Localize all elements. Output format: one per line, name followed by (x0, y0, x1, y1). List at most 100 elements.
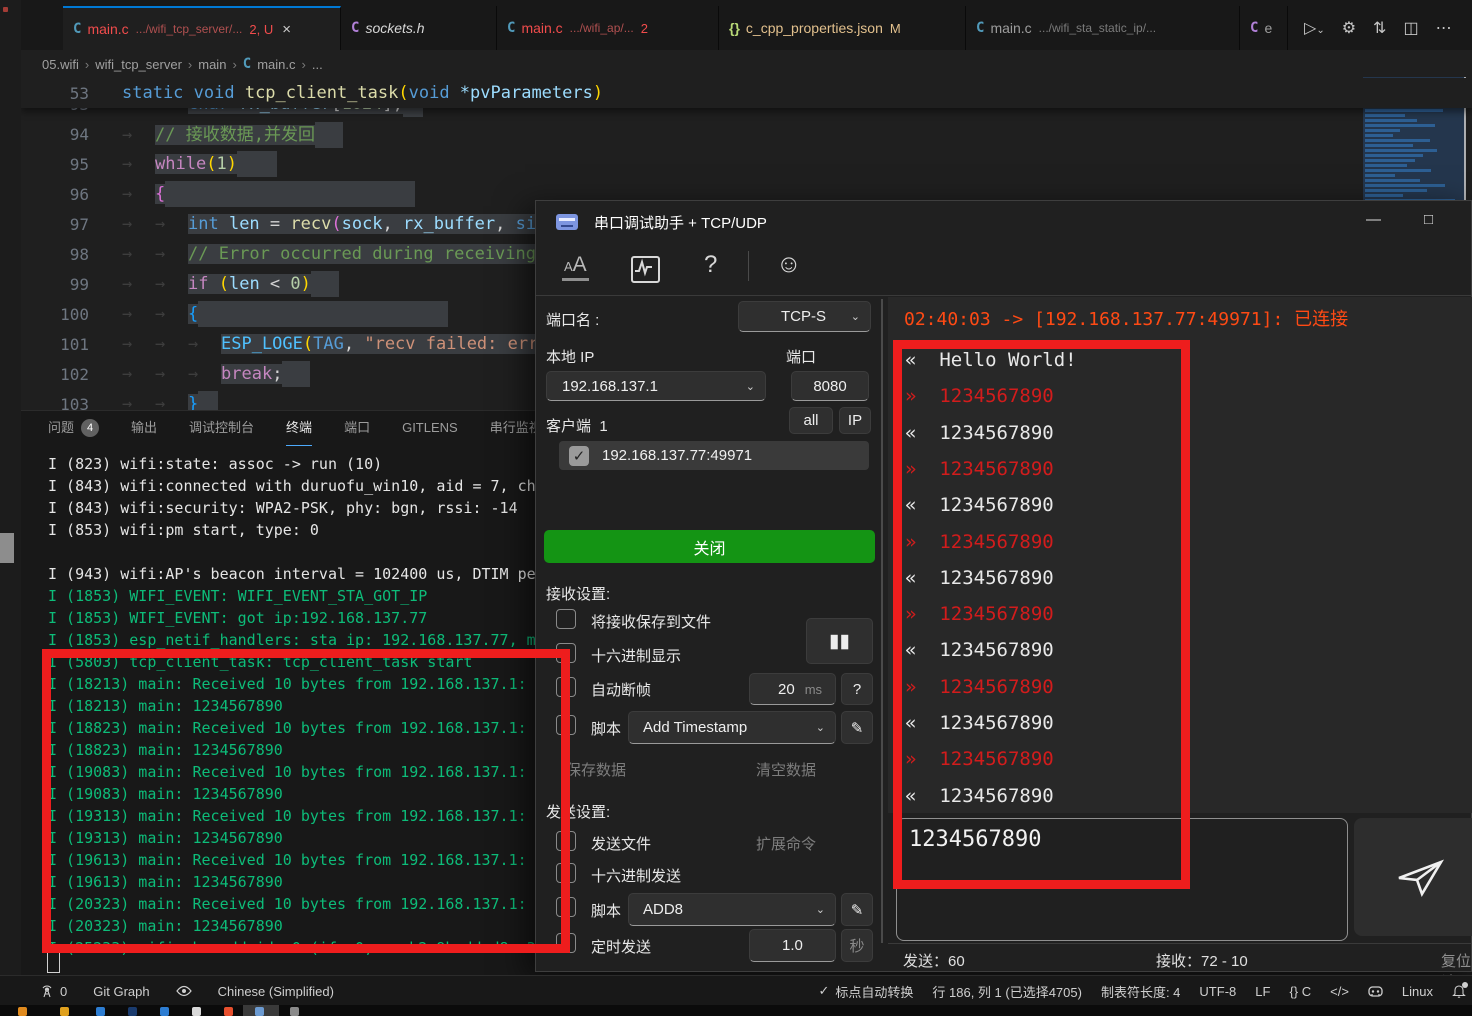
tab-gitlens[interactable]: GITLENS (402, 411, 458, 445)
recv-script-select[interactable]: Add Timestamp ⌄ (628, 711, 836, 744)
send-button[interactable] (1354, 818, 1472, 936)
annotation-rect-log (893, 340, 1190, 889)
language-indicator[interactable]: Chinese (Simplified) (218, 984, 334, 999)
help-icon[interactable]: ? (704, 251, 717, 279)
breadcrumb-item[interactable]: wifi_tcp_server (95, 57, 182, 72)
taskbar-icon[interactable] (96, 1007, 105, 1016)
notifications-bell-icon[interactable] (1452, 984, 1466, 998)
clear-data-button[interactable]: 清空数据 (756, 759, 816, 780)
eol[interactable]: LF (1255, 984, 1270, 999)
taskbar-active-app[interactable] (243, 1005, 279, 1016)
timed-send-label: 定时发送 (591, 936, 651, 957)
tab-sockets-h[interactable]: C sockets.h (341, 6, 497, 50)
tab-output[interactable]: 输出 (131, 411, 157, 445)
tab-problems[interactable]: 问题 4 (48, 411, 99, 445)
serial-window-title: 串口调试助手 + TCP/UDP (594, 212, 767, 233)
tab-c-cpp-properties[interactable]: {} c_cpp_properties.json M (719, 6, 966, 50)
copilot-robot-icon[interactable] (1368, 985, 1383, 998)
minimize-icon[interactable]: — (1366, 211, 1381, 228)
ip-button[interactable]: IP (839, 407, 871, 434)
language-mode[interactable]: {} C (1289, 984, 1311, 999)
terminal-cursor (47, 950, 60, 973)
frame-ms-input[interactable]: 20 ms (749, 673, 836, 705)
os-taskbar[interactable] (0, 1005, 1472, 1016)
tab-terminal[interactable]: 终端 (286, 411, 312, 446)
checkbox-save-to-file[interactable] (556, 609, 576, 629)
tab-clipped[interactable]: C e (1240, 6, 1288, 50)
gitlens-eye-icon[interactable] (176, 985, 192, 997)
edit-script-icon[interactable]: ✎ (841, 711, 873, 744)
breadcrumb: 05.wifi › wifi_tcp_server › main › C mai… (21, 50, 1472, 78)
listen-port-input[interactable]: 8080 (791, 371, 869, 401)
local-ip-select[interactable]: 192.168.137.1 ⌄ (546, 371, 766, 401)
tab-problems-badge: 2 (641, 21, 648, 36)
chevron-down-icon: ⌄ (851, 310, 860, 323)
taskbar-icon[interactable] (224, 1007, 233, 1016)
terminal-line: I (943) wifi:AP's beacon interval = 1024… (48, 563, 545, 585)
client-list-item[interactable]: ✓ 192.168.137.77:49971 (559, 441, 869, 470)
serial-toolbar: AA ? ☺ (536, 245, 1471, 296)
waveform-chart-icon[interactable] (631, 256, 660, 283)
tab-debug-console[interactable]: 调试控制台 (189, 411, 254, 445)
tab-main-c-wifi-ap[interactable]: C main.c .../wifi_ap/... 2 (497, 6, 719, 50)
sticky-code-text: static void tcp_client_task(void *pvPara… (122, 83, 603, 103)
os-indicator[interactable]: Linux (1402, 984, 1433, 999)
all-clients-button[interactable]: all (789, 407, 833, 434)
taskbar-icon[interactable] (160, 1007, 169, 1016)
client-address: 192.168.137.77:49971 (602, 447, 752, 464)
tab-label: main.c (521, 20, 562, 36)
maximize-icon[interactable]: □ (1424, 211, 1433, 228)
terminal-line: I (853) wifi:pm start, type: 0 (48, 519, 545, 541)
tab-main-c-tcp-server[interactable]: C main.c .../wifi_tcp_server/... 2, U × (63, 6, 341, 50)
code-runner-icon[interactable]: </> (1330, 984, 1349, 999)
sent-count: 发送：60 (903, 950, 965, 971)
settings-gear-icon[interactable]: ⚙ (1342, 18, 1356, 38)
edit-script-icon[interactable]: ✎ (841, 893, 873, 926)
breadcrumb-item[interactable]: main (198, 57, 226, 72)
tab-ports[interactable]: 端口 (344, 411, 370, 445)
interval-input[interactable]: 1.0 (749, 929, 836, 962)
tab-size[interactable]: 制表符长度: 4 (1101, 982, 1180, 1001)
taskbar-icon[interactable] (18, 1007, 27, 1016)
code-line: 95→while(1) (21, 149, 1472, 179)
tab-label: sockets.h (365, 20, 424, 36)
breadcrumb-item[interactable]: ... (312, 57, 323, 72)
check-icon: ✓ (818, 983, 829, 999)
taskbar-icon[interactable] (128, 1007, 137, 1016)
tab-main-c-sta-static-ip[interactable]: C main.c .../wifi_sta_static_ip/... (966, 6, 1240, 50)
taskbar-icon[interactable] (60, 1007, 69, 1016)
tab-label: main.c (87, 21, 128, 37)
serial-window-titlebar[interactable]: 串口调试助手 + TCP/UDP (536, 201, 1471, 243)
git-graph-button[interactable]: Git Graph (93, 984, 149, 999)
pause-button[interactable]: ▮▮ (806, 618, 873, 664)
taskbar-icon[interactable] (290, 1007, 299, 1016)
save-data-button[interactable]: 保存数据 (566, 759, 626, 780)
font-settings-icon[interactable]: AA (562, 253, 589, 281)
close-icon[interactable]: × (282, 21, 291, 38)
send-script-select[interactable]: ADD8 ⌄ (628, 893, 836, 926)
smiley-icon[interactable]: ☺ (776, 250, 802, 279)
close-connection-button[interactable]: 关闭 (544, 530, 875, 563)
encoding[interactable]: UTF-8 (1199, 984, 1236, 999)
problems-count-badge: 4 (81, 419, 99, 437)
split-editor-icon[interactable]: ◫ (1403, 18, 1418, 38)
tab-label: main.c (990, 20, 1031, 36)
checkbox-checked-icon[interactable]: ✓ (569, 446, 589, 466)
taskbar-icon[interactable] (192, 1007, 201, 1016)
save-to-file-label: 将接收保存到文件 (591, 611, 711, 632)
hex-display-label: 十六进制显示 (591, 645, 681, 666)
breadcrumb-item[interactable]: 05.wifi (42, 57, 79, 72)
punctuation-converter[interactable]: ✓标点自动转换 (818, 982, 913, 1001)
port-type-select[interactable]: TCP-S ⌄ (738, 301, 871, 332)
breadcrumb-item[interactable]: main.c (257, 57, 295, 72)
source-control-icon[interactable]: ⇅ (1373, 18, 1386, 38)
frame-help-button[interactable]: ? (841, 673, 873, 705)
extended-command-button[interactable]: 扩展命令 (756, 833, 816, 854)
more-actions-icon[interactable]: ⋯ (1436, 18, 1452, 38)
run-icon[interactable]: ▷⌄ (1304, 18, 1325, 38)
screen: C main.c .../wifi_tcp_server/... 2, U × … (0, 0, 1472, 1016)
cursor-position[interactable]: 行 186, 列 1 (已选择4705) (932, 982, 1082, 1001)
remote-indicator[interactable]: 0 (40, 984, 67, 999)
client-label: 客户端 1 (546, 415, 608, 436)
tab-problems-badge: 2, U (249, 22, 273, 37)
